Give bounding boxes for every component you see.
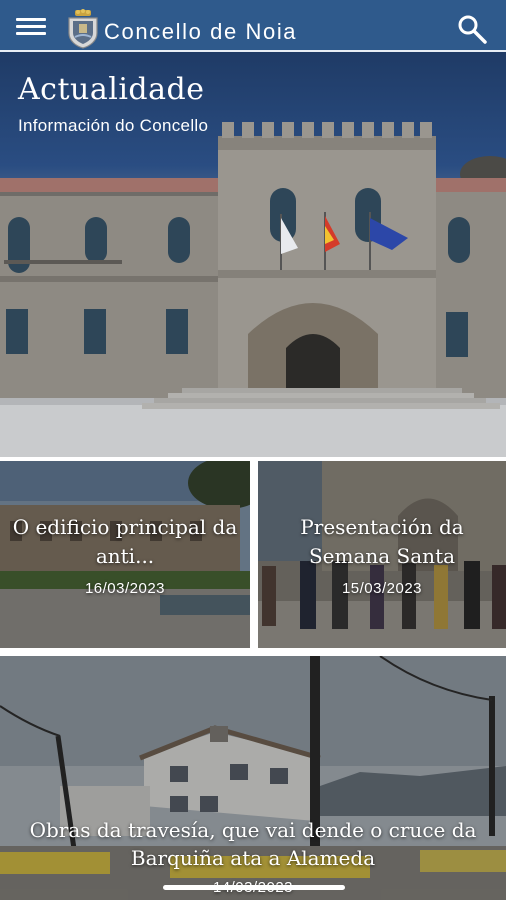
town-hall-photo (0, 122, 506, 457)
news-card-title: O edificio principal da anti... (12, 515, 238, 568)
news-card[interactable]: O edificio principal da anti... 16/03/20… (0, 461, 250, 648)
news-card-date: 15/03/2023 (341, 580, 423, 597)
search-icon[interactable] (456, 14, 490, 44)
noia-coat-of-arms-icon (68, 9, 98, 49)
app-bar: Concello de Noia (0, 0, 506, 52)
app-title: Concello de Noia (104, 19, 298, 44)
hamburger-menu-icon[interactable] (16, 16, 50, 38)
news-card-date: 16/03/2023 (84, 580, 166, 597)
home-indicator[interactable] (163, 885, 345, 890)
news-card[interactable]: Obras da travesía, que vai dende o cruce… (0, 656, 506, 900)
hero-banner: Actualidade Información do Concello (0, 52, 506, 457)
news-card[interactable]: Presentación da Semana Santa 15/03/2023 (258, 461, 506, 648)
hero-subtitle: Información do Concello (18, 116, 209, 135)
news-card-title: Presentación da Semana Santa (300, 515, 464, 568)
hero-title: Actualidade (18, 72, 205, 107)
news-card-title: Obras da travesía, que vai dende o cruce… (29, 818, 477, 870)
